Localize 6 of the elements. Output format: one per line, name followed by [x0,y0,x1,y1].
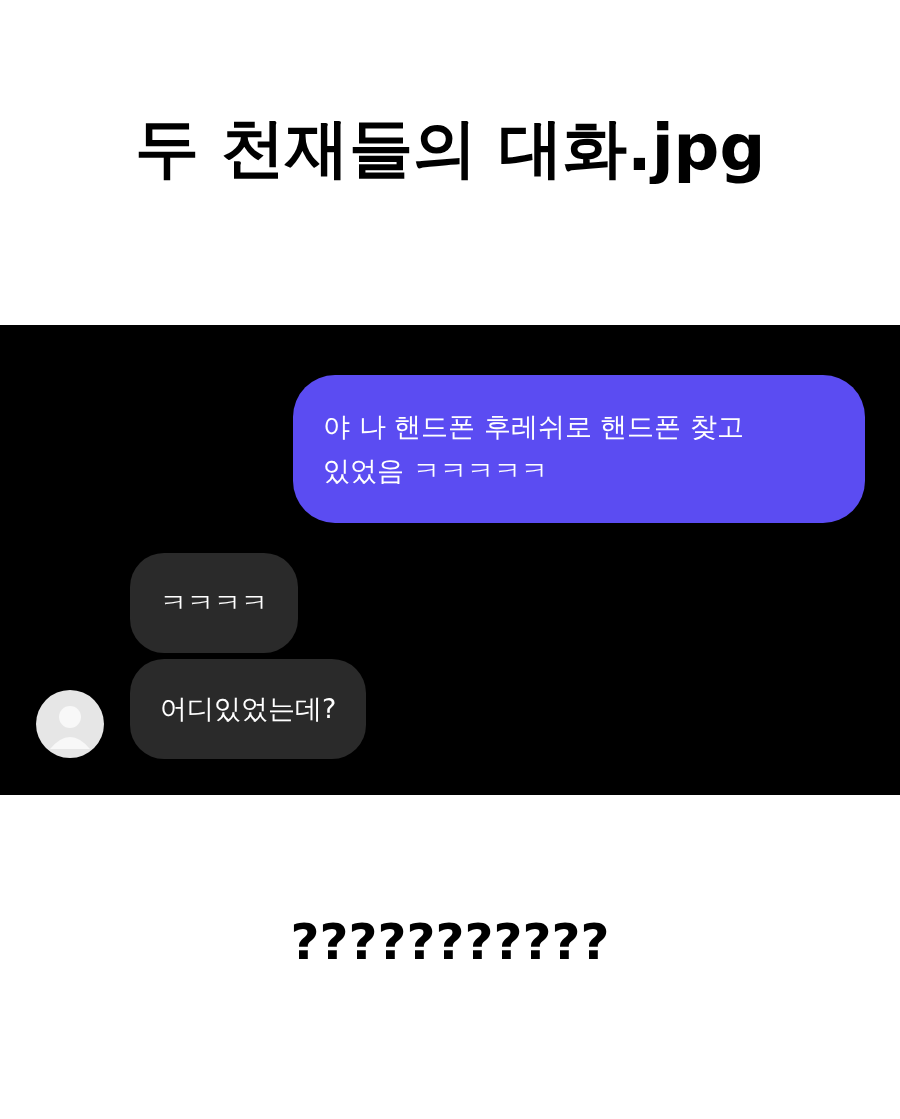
post-title: 두 천재들의 대화.jpg [134,109,766,187]
received-message: 어디있었는데? [130,659,367,759]
avatar-icon [35,689,105,759]
sent-message: 야 나 핸드폰 후레쉬로 핸드폰 찾고 있었음 ㅋㅋㅋㅋㅋ [293,375,865,523]
caption: ??????????? [290,912,610,973]
received-message: ㅋㅋㅋㅋ [130,553,298,653]
